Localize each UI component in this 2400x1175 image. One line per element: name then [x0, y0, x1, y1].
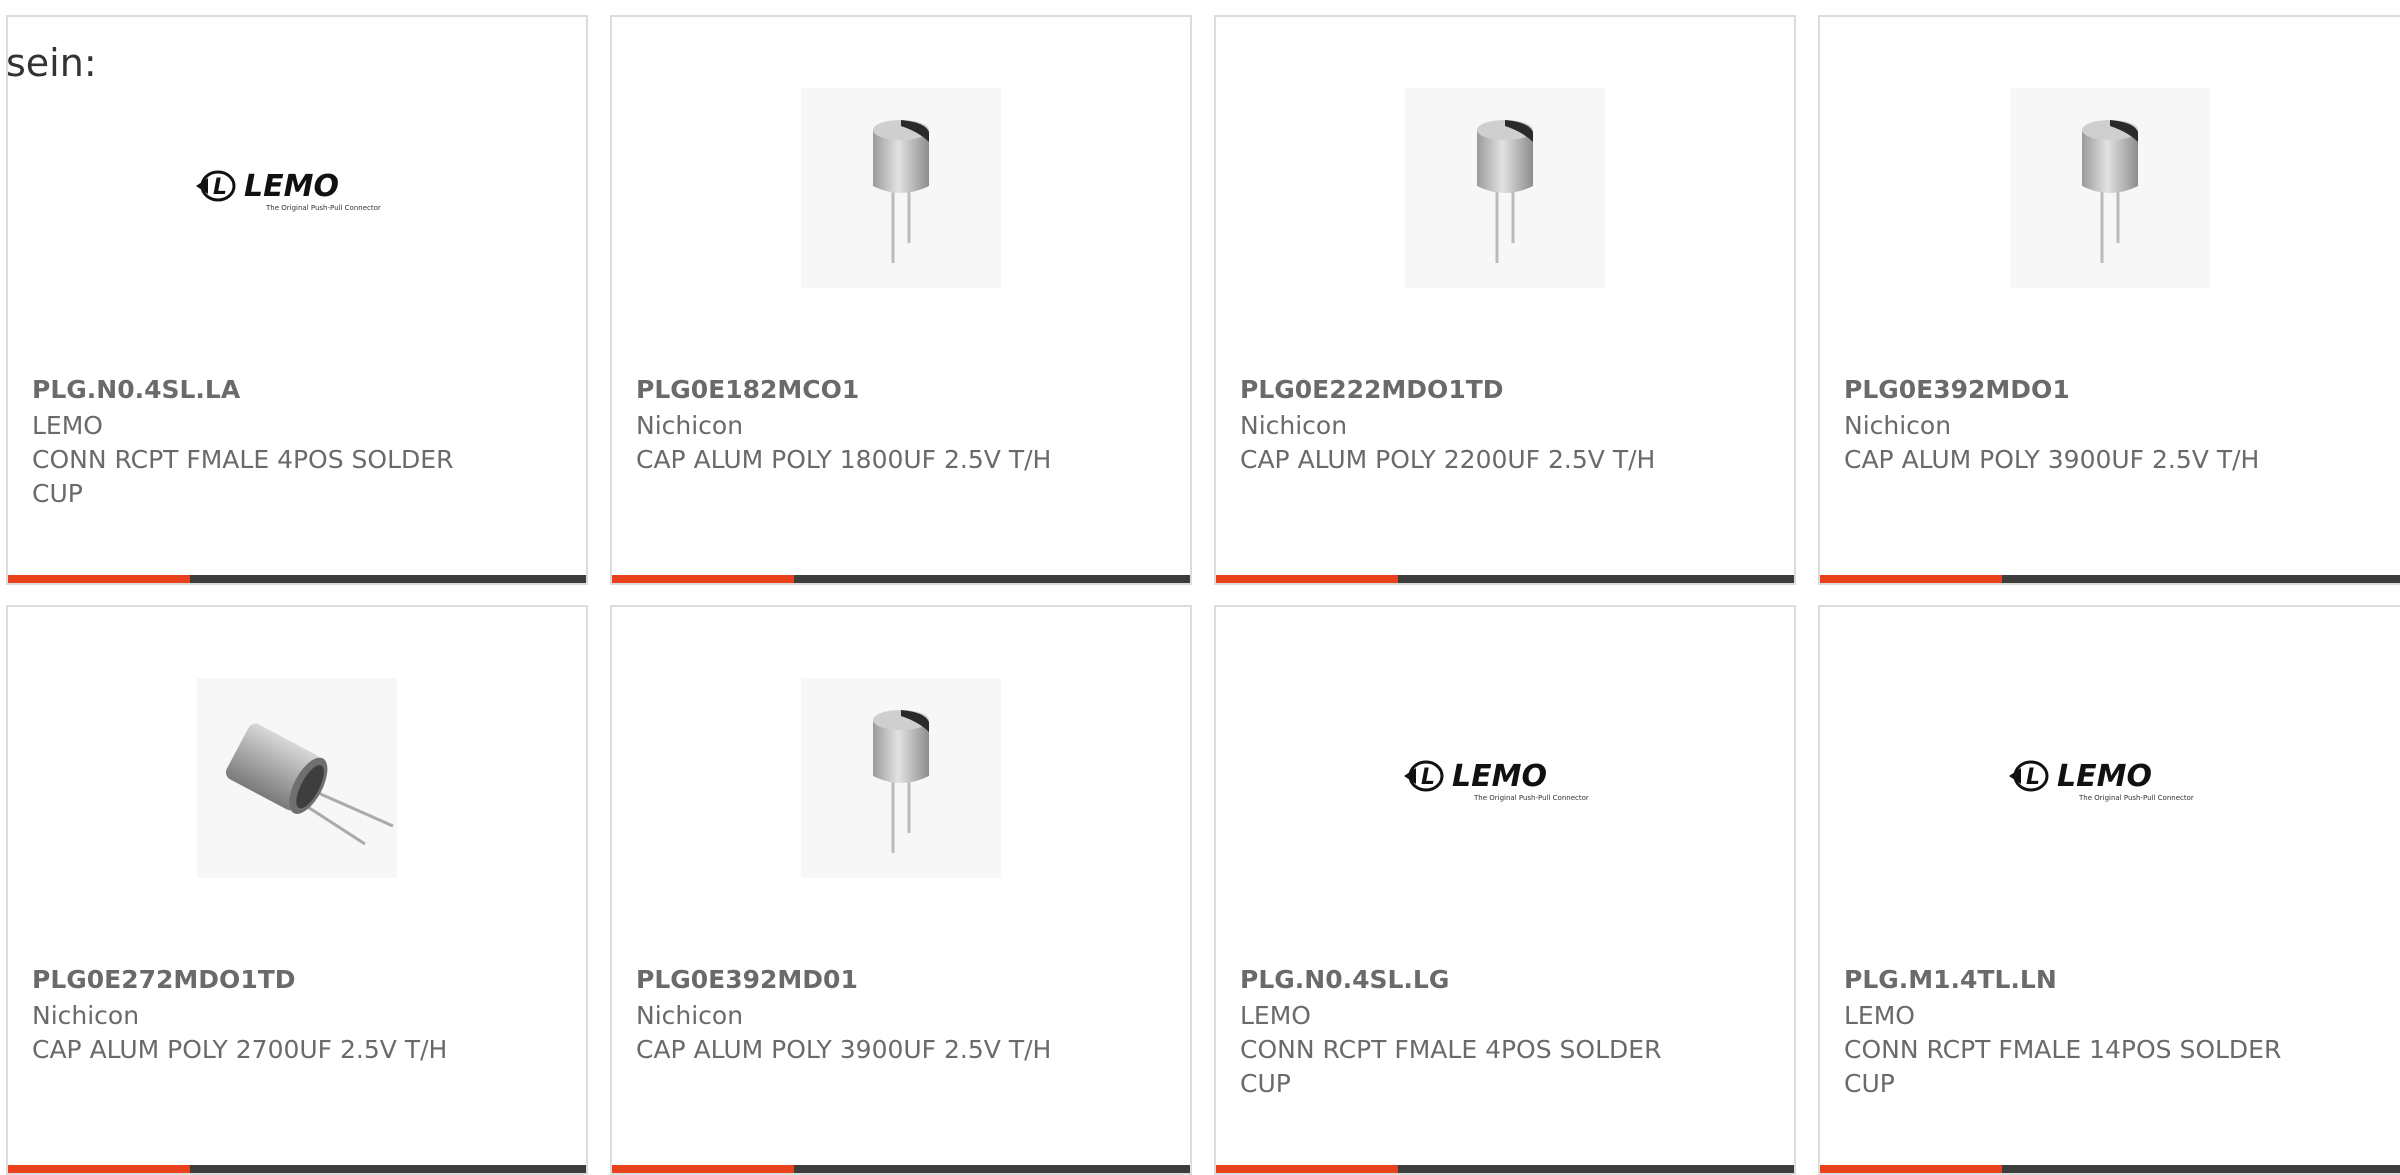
capacitor-icon — [197, 678, 397, 878]
manufacturer: Nichicon — [636, 1001, 744, 1030]
manufacturer: LEMO — [32, 411, 103, 440]
description: CAP ALUM POLY 3900UF 2.5V T/H — [1844, 445, 2260, 474]
product-image[interactable] — [1820, 85, 2400, 291]
lemo-logo-icon: L LEMO The Original Push-Pull Connector — [196, 169, 381, 212]
description: CONN RCPT FMALE 4POS SOLDER CUP — [32, 445, 454, 508]
product-image[interactable] — [1216, 85, 1794, 291]
card-footer-bar — [1216, 575, 1794, 583]
description: CONN RCPT FMALE 4POS SOLDER CUP — [1240, 1035, 1662, 1098]
logo-text: LEMO — [244, 169, 339, 204]
product-card[interactable]: L LEMO The Original Push-Pull Connector … — [6, 15, 588, 585]
accent-bar — [8, 575, 190, 583]
card-footer-bar — [8, 575, 586, 583]
intro-text: sein: — [6, 41, 97, 85]
capacitor-icon — [1405, 88, 1605, 288]
product-image[interactable] — [612, 675, 1190, 881]
accent-bar — [8, 1165, 190, 1173]
accent-bar — [1820, 1165, 2002, 1173]
product-card[interactable]: PLG0E272MDO1TD Nichicon CAP ALUM POLY 27… — [6, 605, 588, 1175]
capacitor-icon — [801, 678, 1001, 878]
card-footer-bar — [612, 1165, 1190, 1173]
capacitor-icon — [2010, 88, 2210, 288]
product-card[interactable]: L LEMO The Original Push-Pull Connector … — [1214, 605, 1796, 1175]
manufacturer: Nichicon — [1844, 411, 1952, 440]
description: CAP ALUM POLY 1800UF 2.5V T/H — [636, 445, 1052, 474]
manufacturer: Nichicon — [636, 411, 744, 440]
product-image[interactable] — [8, 675, 586, 881]
description: CONN RCPT FMALE 14POS SOLDER CUP — [1844, 1035, 2282, 1098]
accent-bar — [612, 1165, 794, 1173]
logo-text: LEMO — [2057, 759, 2152, 794]
part-number-link[interactable]: PLG0E182MCO1 — [636, 373, 859, 407]
part-number-link[interactable]: PLG0E272MDO1TD — [32, 963, 296, 997]
svg-text:L: L — [1421, 765, 1435, 790]
manufacturer: LEMO — [1844, 1001, 1915, 1030]
accent-bar — [1216, 1165, 1398, 1173]
logo-tagline: The Original Push-Pull Connector — [1473, 794, 1589, 802]
product-image[interactable] — [612, 85, 1190, 291]
logo-text: LEMO — [1452, 759, 1547, 794]
card-footer-bar — [8, 1165, 586, 1173]
manufacturer: Nichicon — [32, 1001, 140, 1030]
accent-bar — [1820, 575, 2002, 583]
accent-bar — [612, 575, 794, 583]
part-number-link[interactable]: PLG.M1.4TL.LN — [1844, 963, 2057, 997]
logo-tagline: The Original Push-Pull Connector — [2078, 794, 2194, 802]
card-footer-bar — [1216, 1165, 1794, 1173]
manufacturer: Nichicon — [1240, 411, 1348, 440]
product-image[interactable]: L LEMO The Original Push-Pull Connector — [8, 85, 586, 291]
capacitor-icon — [801, 88, 1001, 288]
description: CAP ALUM POLY 3900UF 2.5V T/H — [636, 1035, 1052, 1064]
card-footer-bar — [1820, 1165, 2400, 1173]
svg-text:L: L — [213, 175, 227, 200]
part-number-link[interactable]: PLG0E392MD01 — [636, 963, 858, 997]
product-image[interactable]: L LEMO The Original Push-Pull Connector — [1216, 675, 1794, 881]
svg-text:L: L — [2026, 765, 2040, 790]
product-card[interactable]: PLG0E392MD01 Nichicon CAP ALUM POLY 3900… — [610, 605, 1192, 1175]
manufacturer: LEMO — [1240, 1001, 1311, 1030]
product-card[interactable]: PLG0E182MCO1 Nichicon CAP ALUM POLY 1800… — [610, 15, 1192, 585]
product-card[interactable]: PLG0E392MDO1 Nichicon CAP ALUM POLY 3900… — [1818, 15, 2400, 585]
product-image[interactable]: L LEMO The Original Push-Pull Connector — [1820, 675, 2400, 881]
accent-bar — [1216, 575, 1398, 583]
part-number-link[interactable]: PLG.N0.4SL.LG — [1240, 963, 1449, 997]
part-number-link[interactable]: PLG0E392MDO1 — [1844, 373, 2070, 407]
description: CAP ALUM POLY 2700UF 2.5V T/H — [32, 1035, 448, 1064]
card-footer-bar — [612, 575, 1190, 583]
description: CAP ALUM POLY 2200UF 2.5V T/H — [1240, 445, 1656, 474]
product-card[interactable]: L LEMO The Original Push-Pull Connector … — [1818, 605, 2400, 1175]
lemo-logo-icon: L LEMO The Original Push-Pull Connector — [2009, 759, 2194, 802]
logo-tagline: The Original Push-Pull Connector — [265, 204, 381, 212]
part-number-link[interactable]: PLG0E222MDO1TD — [1240, 373, 1504, 407]
card-footer-bar — [1820, 575, 2400, 583]
lemo-logo-icon: L LEMO The Original Push-Pull Connector — [1404, 759, 1589, 802]
part-number-link[interactable]: PLG.N0.4SL.LA — [32, 373, 240, 407]
product-card[interactable]: PLG0E222MDO1TD Nichicon CAP ALUM POLY 22… — [1214, 15, 1796, 585]
